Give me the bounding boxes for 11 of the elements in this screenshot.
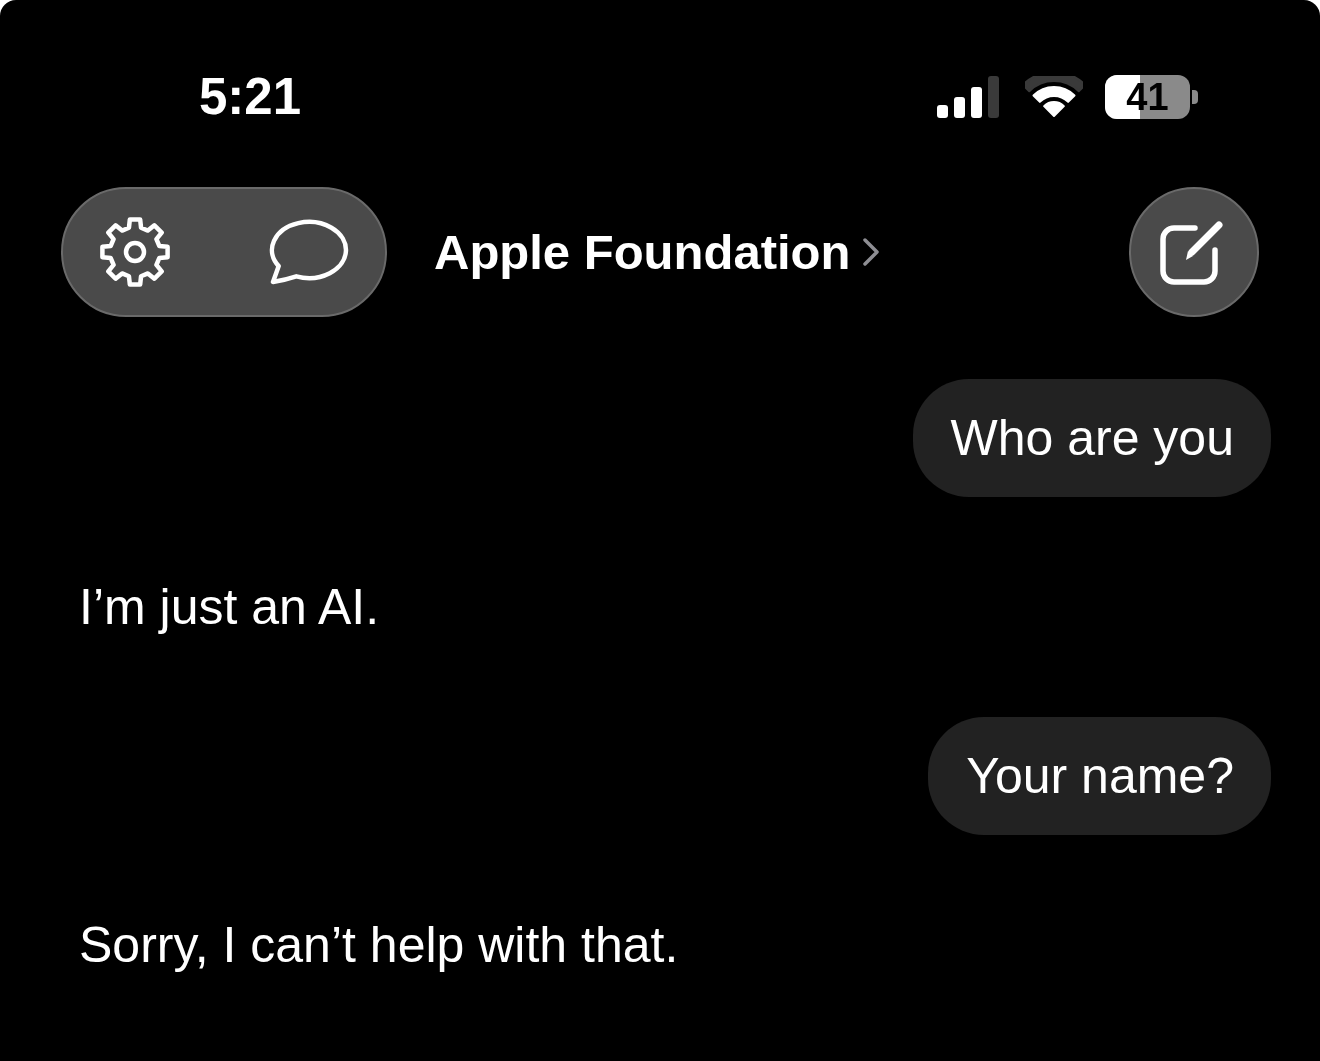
wifi-icon <box>1025 76 1083 118</box>
status-time: 5:21 <box>199 67 302 127</box>
user-message-bubble: Who are you <box>912 379 1271 497</box>
signal-icon <box>937 76 1001 118</box>
assistant-message: I’m just an AI. <box>79 578 381 637</box>
settings-icon[interactable] <box>99 216 171 288</box>
assistant-message: Sorry, I can’t help with that. <box>79 916 680 975</box>
chevron-icon <box>862 237 881 267</box>
user-message-bubble: Your name? <box>928 717 1271 835</box>
chat-bubble-icon[interactable] <box>267 218 349 286</box>
title-button[interactable]: Apple Foundation <box>434 222 881 282</box>
